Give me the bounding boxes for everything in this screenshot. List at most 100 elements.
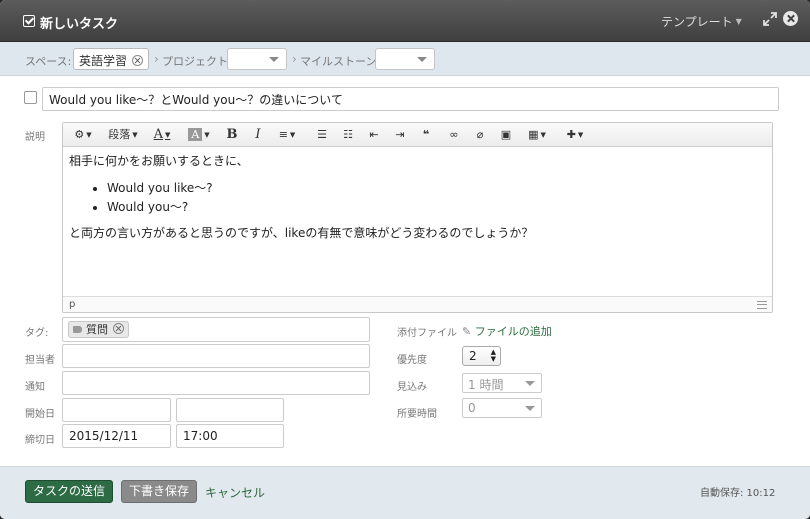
assignee-label: 担当者 [25,355,55,366]
font-color-icon: A [153,127,163,142]
dialog-title: 新しいタスク [40,17,119,32]
remove-tag-icon[interactable] [113,323,124,334]
description-editor: ⚙ ▼ 段落 ▼ A ▼ A ▼ B I ≡ ▼ ☰ ☷ ⇤ ⇥ ❝ ∞ ⌀ ▣ ▦ ▼ ✚… [62,122,773,313]
due-date-label: 締切日 [25,435,55,446]
outdent-icon: ⇤ [369,128,379,141]
indent-icon: ⇥ [395,128,405,141]
milestone-select[interactable] [375,48,435,70]
project-label: プロジェクト [162,55,228,68]
start-time-input[interactable] [176,398,284,422]
image-icon: ▣ [500,128,512,141]
task-check-icon [23,15,35,27]
chevron-down-icon [269,57,279,62]
background-color-icon: A [188,128,203,141]
new-task-dialog: 新しいタスク テンプレート ▼ スペース: 英語学習 › プロジェクト › マイル… [0,0,810,519]
tag-input[interactable]: 質問 [62,317,370,342]
autosave-status: 自動保存: 10:12 [700,488,776,499]
description-list: Would you like～? Would you～? [107,179,764,217]
quote-button[interactable]: ❝ [417,126,435,144]
table-icon: ▦ [528,128,539,141]
numbered-list-button[interactable]: ☷ [339,126,357,144]
unlink-button[interactable]: ⌀ [471,126,489,144]
settings-button[interactable]: ⚙ ▼ [69,126,97,144]
bullet-list-icon: ☰ [317,128,327,141]
bold-button[interactable]: B [223,126,241,144]
save-draft-button[interactable]: 下書き保存 [121,480,198,503]
estimate-value: 1 時間 [468,378,504,392]
tag-value: 質問 [86,323,108,336]
space-value: 英語学習 [79,54,128,68]
start-date-label: 開始日 [25,409,55,420]
remove-space-icon[interactable] [132,55,144,66]
align-button[interactable]: ≡ ▼ [273,126,301,144]
list-item: Would you～? [107,198,764,217]
template-label: テンプレート [661,15,733,29]
task-done-checkbox[interactable] [24,91,37,104]
tag-label: タグ: [25,328,49,339]
actual-time-value: 0 [468,401,476,415]
tag-icon [73,326,82,333]
priority-value: 2 [469,349,477,363]
link-button[interactable]: ∞ [445,126,463,144]
due-date-input[interactable]: 2015/12/11 [62,424,171,448]
priority-select[interactable]: 2 ▲ ▼ [462,346,501,366]
project-select[interactable] [227,48,287,70]
table-button[interactable]: ▦ ▼ [523,126,551,144]
indent-button[interactable]: ⇥ [391,126,409,144]
chevron-down-icon [525,381,535,386]
attachment-label: 添付ファイル [397,328,457,339]
gear-icon: ⚙ [74,128,85,141]
expand-icon[interactable] [762,11,778,27]
start-date-input[interactable] [62,398,171,422]
link-icon: ∞ [449,128,459,141]
description-intro: 相手に何かをお願いするときに、 [69,154,249,168]
paragraph-format-button[interactable]: 段落 ▼ [105,126,141,144]
background-color-button[interactable]: A ▼ [183,126,215,144]
estimate-label: 見込み [397,382,427,393]
paperclip-icon: ✎ [462,325,472,338]
actual-time-label: 所要時間 [397,409,437,420]
close-icon[interactable] [783,11,798,26]
font-color-button[interactable]: A ▼ [147,126,177,144]
bullet-list-button[interactable]: ☰ [313,126,331,144]
chevron-down-icon: ▼ [735,17,742,26]
dialog-footer: タスクの送信 下書き保存 キャンセル 自動保存: 10:12 [0,466,810,519]
send-task-button[interactable]: タスクの送信 [25,480,114,503]
notify-input[interactable] [62,371,370,395]
description-label: 説明 [25,132,45,143]
assignee-input[interactable] [62,344,370,368]
tag-chip: 質問 [68,321,129,338]
space-bar: スペース: 英語学習 › プロジェクト › マイルストーン [0,42,810,76]
editor-toolbar: ⚙ ▼ 段落 ▼ A ▼ A ▼ B I ≡ ▼ ☰ ☷ ⇤ ⇥ ❝ ∞ ⌀ ▣ ▦ ▼ ✚… [63,123,772,147]
priority-label: 優先度 [397,355,427,366]
milestone-label: マイルストーン [300,55,377,68]
notify-label: 通知 [25,382,45,393]
estimate-select[interactable]: 1 時間 [462,373,542,393]
description-closing: と両方の言い方があると思うのですが、likeの有無で意味がどう変わるのでしょうか… [69,226,534,240]
image-button[interactable]: ▣ [497,126,515,144]
add-file-label: ファイルの追加 [474,325,552,338]
italic-button[interactable]: I [249,126,267,144]
template-dropdown[interactable]: テンプレート ▼ [661,13,742,30]
add-file-link[interactable]: ✎ ファイルの追加 [462,323,552,339]
chevron-down-icon [525,406,535,411]
align-left-icon: ≡ [278,128,288,141]
paragraph-label: 段落 [108,128,131,141]
unlink-icon: ⌀ [476,128,484,141]
list-item: Would you like～? [107,179,764,198]
actual-time-select[interactable]: 0 [462,398,542,418]
editor-content[interactable]: 相手に何かをお願いするときに、 Would you like～? Would y… [69,153,764,241]
task-title-input[interactable]: Would you like～？とWould you～？の違いについて [42,87,779,111]
dialog-titlebar: 新しいタスク テンプレート ▼ [0,0,810,42]
cancel-link[interactable]: キャンセル [205,484,265,501]
resize-handle-icon[interactable] [757,301,767,309]
numbered-list-icon: ☷ [343,128,353,141]
space-chip[interactable]: 英語学習 [73,48,150,70]
due-time-input[interactable]: 17:00 [176,424,284,448]
updown-icon: ▲ ▼ [490,348,496,363]
editor-statusbar: p [63,296,772,312]
chevron-right-icon: › [292,52,297,66]
outdent-button[interactable]: ⇤ [365,126,383,144]
plugin-button[interactable]: ✚ ▼ [559,126,591,144]
puzzle-icon: ✚ [566,128,576,141]
